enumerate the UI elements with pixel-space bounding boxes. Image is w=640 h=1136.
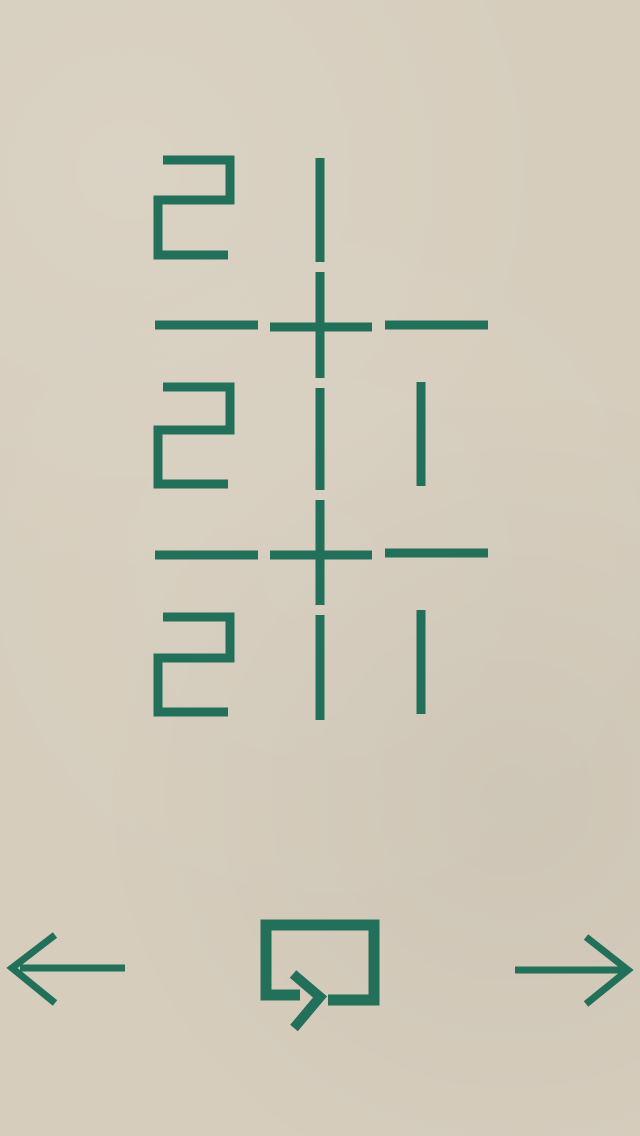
restart-button[interactable] — [245, 900, 395, 1040]
clue-row-3: 2 — [153, 612, 235, 717]
next-level-button[interactable] — [500, 920, 640, 1020]
previous-level-button[interactable] — [0, 920, 140, 1020]
clue-row-2: 2 — [153, 382, 235, 489]
clue-row-1: 2 — [153, 155, 235, 260]
grid-divider-1 — [155, 272, 488, 378]
grid-divider-2 — [155, 500, 488, 605]
